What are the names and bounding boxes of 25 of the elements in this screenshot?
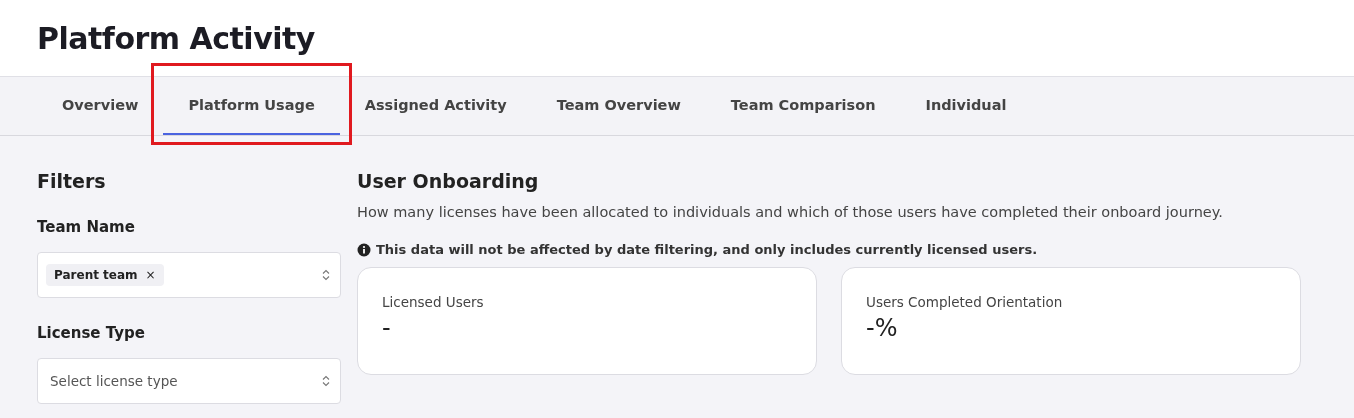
chip-label: Parent team xyxy=(54,268,138,282)
stat-value: -% xyxy=(866,314,899,342)
stat-label: Licensed Users xyxy=(382,294,485,310)
placeholder: Select license type xyxy=(49,373,178,389)
page-title: Platform Activity xyxy=(37,20,315,56)
tab[interactable]: Overview xyxy=(37,77,164,135)
chevron-icon xyxy=(322,375,330,387)
field-label: Team Name xyxy=(37,218,136,236)
tab[interactable]: Team Overview xyxy=(531,77,706,135)
select-field[interactable]: Parent team × xyxy=(37,252,341,298)
stat-label: Users Completed Orientation xyxy=(866,294,1064,310)
tab[interactable]: Platform Usage xyxy=(163,77,340,135)
remove-button[interactable]: × xyxy=(145,268,156,282)
chevron-icon xyxy=(322,269,330,281)
section-description: How many licenses have been allocated to individuals and which of those users have completed their onboard journey. xyxy=(357,204,1224,220)
stat-value: - xyxy=(382,314,392,342)
field-label: License Type xyxy=(37,324,146,342)
tab[interactable]: Team Comparison xyxy=(705,77,901,135)
info-note: This data will not be affected by date filtering, and only includes currently licensed users. xyxy=(376,242,1038,257)
tab[interactable]: Assigned Activity xyxy=(339,77,532,135)
tab[interactable]: Individual xyxy=(900,77,1032,135)
select-field[interactable]: Select license type xyxy=(37,358,341,404)
section-title: User Onboarding xyxy=(357,170,540,192)
filters-title: Filters xyxy=(37,170,107,192)
info-icon xyxy=(357,242,371,257)
